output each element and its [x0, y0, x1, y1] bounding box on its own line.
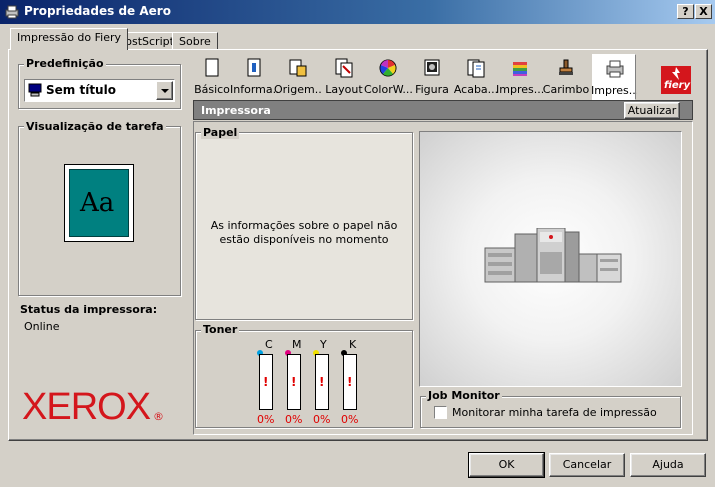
iconbar-label: Layout	[325, 83, 363, 96]
warning-icon: !	[263, 375, 269, 389]
printer-status-value: Online	[24, 320, 60, 333]
stamp-icon	[559, 59, 573, 75]
toner-percent: 0%	[341, 413, 359, 426]
iconbar-label: Informa...	[230, 83, 278, 96]
ok-button[interactable]: OK	[468, 452, 545, 478]
preset-select[interactable]: Sem título	[24, 79, 175, 102]
toner-black: K ! 0%	[341, 338, 363, 428]
finishing-icon	[467, 59, 485, 78]
iconbar-item-figura[interactable]: Figura	[410, 54, 454, 98]
iconbar-item-informacoes[interactable]: Informa...	[230, 54, 278, 98]
cancel-button[interactable]: Cancelar	[549, 453, 625, 477]
layout-icon	[335, 58, 353, 78]
fiery-logo: fiery	[661, 66, 691, 94]
printer-panel-header: Impressora Atualizar	[193, 100, 693, 120]
iconbar-label: ColorW...	[364, 83, 412, 96]
toner-percent: 0%	[313, 413, 331, 426]
iconbar-label: Carimbo	[542, 83, 590, 96]
help-button[interactable]: Ajuda	[630, 453, 706, 477]
job-monitor-title: Job Monitor	[426, 389, 502, 402]
iconbar-label: Figura	[415, 83, 449, 96]
job-preview-page: Aa	[64, 164, 134, 242]
toner-label: C	[265, 338, 273, 351]
close-button[interactable]: X	[695, 4, 712, 19]
icon-bar: Básico Informa... Origem... Layout Color…	[190, 54, 638, 100]
iconbar-item-basico[interactable]: Básico	[190, 54, 234, 98]
refresh-button[interactable]: Atualizar	[624, 102, 680, 119]
warning-icon: !	[319, 375, 325, 389]
paper-message: As informações sobre o papel não estão d…	[210, 219, 398, 246]
warning-icon: !	[291, 375, 297, 389]
dropdown-button[interactable]	[156, 81, 173, 100]
iconbar-item-impressao[interactable]: Impres...	[496, 54, 544, 98]
tab-label: Sobre	[179, 35, 211, 48]
tab-label: Impressão do Fiery	[17, 31, 122, 44]
preset-group-title: Predefinição	[24, 57, 106, 70]
info-document-icon	[247, 58, 261, 77]
toner-bar: !	[287, 354, 301, 410]
toner-percent: 0%	[257, 413, 275, 426]
window-title: Propriedades de Aero	[24, 4, 171, 18]
preview-sample-text: Aa	[80, 188, 115, 218]
iconbar-item-colorwise[interactable]: ColorW...	[364, 54, 412, 98]
iconbar-item-acabamento[interactable]: Acaba...	[454, 54, 498, 98]
toner-cyan: C ! 0%	[257, 338, 279, 428]
flame-icon	[672, 67, 680, 80]
title-bar: Propriedades de Aero ? X	[0, 0, 715, 24]
toner-yellow: Y ! 0%	[313, 338, 335, 428]
toner-bar: !	[259, 354, 273, 410]
computer-icon	[28, 83, 42, 97]
job-preview-title: Visualização de tarefa	[24, 120, 166, 133]
help-title-button[interactable]: ?	[677, 4, 694, 19]
printer-icon	[606, 60, 624, 78]
toner-bar: !	[343, 354, 357, 410]
iconbar-label: Básico	[194, 83, 230, 96]
fiery-logo-text: fiery	[664, 80, 691, 91]
printer-image-panel	[419, 131, 682, 387]
preset-value: Sem título	[46, 83, 116, 97]
iconbar-item-layout[interactable]: Layout	[322, 54, 366, 98]
toner-bar: !	[315, 354, 329, 410]
color-wheel-icon	[379, 59, 397, 77]
print-stack-icon	[513, 62, 527, 76]
iconbar-item-origem[interactable]: Origem...	[274, 54, 322, 98]
toner-group-title: Toner	[201, 323, 240, 336]
toner-label: M	[292, 338, 302, 351]
printer-machine-image	[484, 228, 622, 283]
iconbar-item-impressora[interactable]: Impres...	[591, 54, 637, 100]
document-icon	[205, 58, 219, 77]
chevron-down-icon	[161, 89, 169, 93]
toner-percent: 0%	[285, 413, 303, 426]
paper-source-icon	[289, 59, 307, 77]
printer-icon	[5, 5, 19, 19]
paper-group-title: Papel	[201, 126, 240, 139]
xerox-logo: XEROX	[22, 386, 151, 428]
registered-mark: ®	[153, 410, 164, 423]
toner-label: Y	[320, 338, 327, 351]
iconbar-label: Impres...	[591, 84, 637, 97]
tab-impressao-fiery[interactable]: Impressão do Fiery	[10, 28, 129, 50]
toner-magenta: M ! 0%	[285, 338, 307, 428]
toner-label: K	[349, 338, 357, 351]
image-icon	[424, 59, 440, 76]
job-monitor-label[interactable]: Monitorar minha tarefa de impressão	[452, 406, 657, 419]
warning-icon: !	[347, 375, 353, 389]
iconbar-label: Impres...	[496, 83, 544, 96]
preview-thumbnail: Aa	[69, 169, 129, 237]
iconbar-item-carimbo[interactable]: Carimbo	[542, 54, 590, 98]
printer-panel-title: Impressora	[201, 104, 271, 117]
iconbar-label: Acaba...	[453, 83, 499, 96]
iconbar-label: Origem...	[274, 83, 322, 96]
printer-status-label: Status da impressora:	[20, 303, 158, 316]
job-monitor-checkbox[interactable]	[434, 406, 447, 419]
